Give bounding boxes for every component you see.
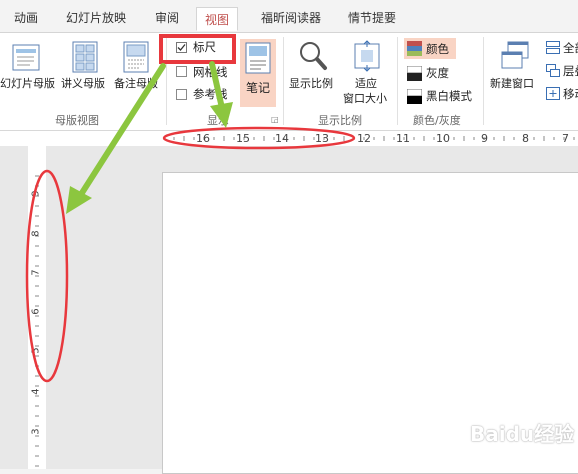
- ribbon-tab-bar: 动画 幻灯片放映 审阅 视图 福昕阅读器 情节提要: [0, 0, 578, 33]
- group-separator: [397, 37, 398, 125]
- ruler-checkbox[interactable]: [176, 42, 187, 53]
- notes-label: 笔记: [246, 81, 271, 95]
- group-separator: [483, 37, 484, 125]
- group-label-master-views: 母版视图: [55, 114, 99, 127]
- hruler-tick-label: 9: [481, 132, 488, 145]
- notes-master-icon: [123, 41, 149, 73]
- hruler-tick-label: 7: [562, 132, 569, 145]
- group-separator: [283, 37, 284, 125]
- group-label-zoom: 显示比例: [318, 114, 362, 127]
- hruler-tick-label: 14: [275, 132, 289, 145]
- fit-to-window-label-2[interactable]: 窗口大小: [343, 90, 387, 106]
- zoom-button[interactable]: 显示比例: [289, 75, 333, 91]
- fit-to-window-icon: [354, 40, 380, 72]
- group-separator: [166, 37, 167, 125]
- dialog-launcher-icon[interactable]: ◲: [271, 115, 279, 124]
- color-label: 颜色: [426, 42, 449, 56]
- hruler-tick-label: 8: [522, 132, 529, 145]
- grayscale-icon: [407, 66, 422, 81]
- gridlines-checkbox[interactable]: [176, 66, 187, 77]
- cascade-icon: [546, 64, 560, 77]
- vruler-tick-label: 9: [30, 190, 42, 197]
- notes-button[interactable]: 笔记: [240, 39, 276, 107]
- ruler-label: 标尺: [193, 40, 216, 54]
- hruler-tick-label: 15: [236, 132, 250, 145]
- vertical-ruler: 9 8 7 6 5 4 3: [28, 146, 46, 469]
- slide-master-button[interactable]: 幻灯片母版: [0, 75, 55, 91]
- group-label-show: 显示: [207, 114, 229, 127]
- tab-foxit-reader[interactable]: 福昕阅读器: [261, 9, 321, 26]
- move-split-button[interactable]: 移动: [563, 86, 578, 102]
- group-label-color: 颜色/灰度: [413, 114, 461, 127]
- black-white-icon: [407, 89, 422, 104]
- notes-master-button[interactable]: 备注母版: [114, 75, 158, 91]
- new-window-icon: [501, 41, 529, 69]
- vruler-tick-label: 7: [30, 269, 42, 276]
- vruler-tick-label: 5: [30, 347, 42, 354]
- zoom-icon: [300, 42, 327, 70]
- vruler-tick-label: 3: [30, 428, 42, 435]
- arrange-all-icon: [546, 41, 560, 54]
- color-button[interactable]: 颜色: [404, 38, 456, 59]
- hruler-tick-label: 10: [436, 132, 450, 145]
- hruler-tick-label: 11: [396, 132, 410, 145]
- move-split-icon: [546, 87, 560, 100]
- slide-master-icon: [12, 44, 40, 71]
- black-white-button[interactable]: 黑白模式: [426, 88, 472, 104]
- guides-label: 参考线: [193, 87, 228, 101]
- arrange-all-button[interactable]: 全部: [563, 40, 578, 56]
- hruler-tick-label: 13: [315, 132, 329, 145]
- handout-master-button[interactable]: 讲义母版: [61, 75, 105, 91]
- tab-view[interactable]: 视图: [196, 7, 239, 31]
- cascade-button[interactable]: 层叠: [563, 63, 578, 79]
- vruler-tick-label: 8: [30, 230, 42, 237]
- handout-master-icon: [72, 41, 98, 73]
- tab-slideshow[interactable]: 幻灯片放映: [66, 9, 126, 26]
- color-swatch-icon: [407, 41, 422, 56]
- tab-animations[interactable]: 动画: [14, 9, 38, 26]
- horizontal-ruler: 16 15 14 13 12 11 10 9 8 7: [0, 131, 578, 146]
- horizontal-ruler-ticks: [163, 136, 575, 141]
- vruler-tick-label: 6: [30, 308, 42, 315]
- tab-storyboard[interactable]: 情节提要: [348, 9, 396, 26]
- hruler-tick-label: 12: [357, 132, 371, 145]
- gridlines-label: 网格线: [193, 65, 228, 79]
- hruler-tick-label: 16: [196, 132, 210, 145]
- grayscale-button[interactable]: 灰度: [426, 65, 449, 81]
- vruler-tick-label: 4: [30, 388, 42, 395]
- notes-icon: [245, 42, 271, 74]
- tab-review[interactable]: 审阅: [155, 9, 179, 26]
- new-window-button[interactable]: 新建窗口: [490, 75, 534, 91]
- fit-to-window-label-1[interactable]: 适应: [355, 75, 377, 91]
- watermark-logo: Baidu经验: [470, 422, 575, 446]
- guides-checkbox[interactable]: [176, 89, 187, 100]
- ribbon-view-panel: 幻灯片母版 讲义母版 备注母版 母版视图 标尺 网格线 参考线 笔记 显示 ◲: [0, 33, 578, 131]
